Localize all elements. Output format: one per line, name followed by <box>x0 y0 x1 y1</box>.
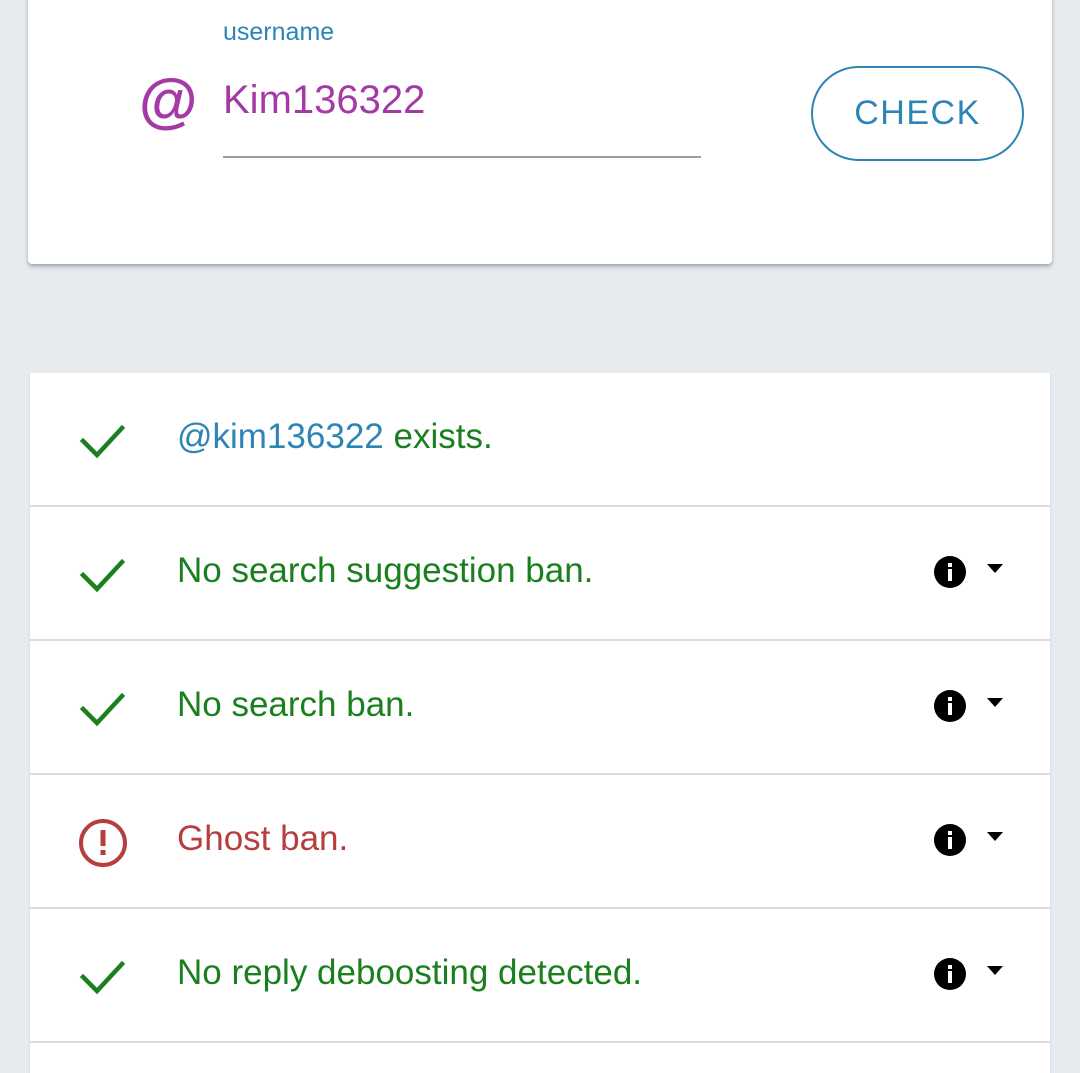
caret-down-icon[interactable] <box>987 966 1003 976</box>
username-handle: @kim136322 <box>177 417 384 456</box>
username-card: username @ CHECK <box>28 0 1052 264</box>
result-text: No reply deboosting detected. <box>177 953 643 992</box>
results-list: @kim136322 exists. No search suggestion … <box>30 373 1050 1073</box>
at-icon: @ <box>138 68 197 135</box>
result-text: No search ban. <box>177 685 415 724</box>
caret-down-icon[interactable] <box>987 698 1003 708</box>
checkmark-icon <box>79 558 126 593</box>
info-icon[interactable] <box>933 957 967 991</box>
caret-down-icon[interactable] <box>987 564 1003 574</box>
result-row-search-ban[interactable]: No search ban. <box>30 641 1050 775</box>
checkmark-icon <box>79 424 126 459</box>
checkmark-icon <box>79 960 126 995</box>
checkmark-icon <box>79 692 126 727</box>
result-text: Ghost ban. <box>177 819 349 858</box>
alert-circle-icon <box>79 819 127 867</box>
username-input[interactable] <box>223 72 701 158</box>
result-row-reply-deboosting[interactable]: No reply deboosting detected. <box>30 909 1050 1043</box>
info-icon[interactable] <box>933 689 967 723</box>
result-text: No search suggestion ban. <box>177 551 594 590</box>
result-row-ghost-ban[interactable]: Ghost ban. <box>30 775 1050 909</box>
result-row-exists: @kim136322 exists. <box>30 373 1050 507</box>
check-button[interactable]: CHECK <box>811 66 1024 161</box>
caret-down-icon[interactable] <box>987 832 1003 842</box>
result-row-search-suggestion-ban[interactable]: No search suggestion ban. <box>30 507 1050 641</box>
info-icon[interactable] <box>933 823 967 857</box>
username-label: username <box>223 18 335 46</box>
info-icon[interactable] <box>933 555 967 589</box>
result-text: @kim136322 exists. <box>177 417 493 457</box>
exists-text: exists. <box>383 417 493 456</box>
